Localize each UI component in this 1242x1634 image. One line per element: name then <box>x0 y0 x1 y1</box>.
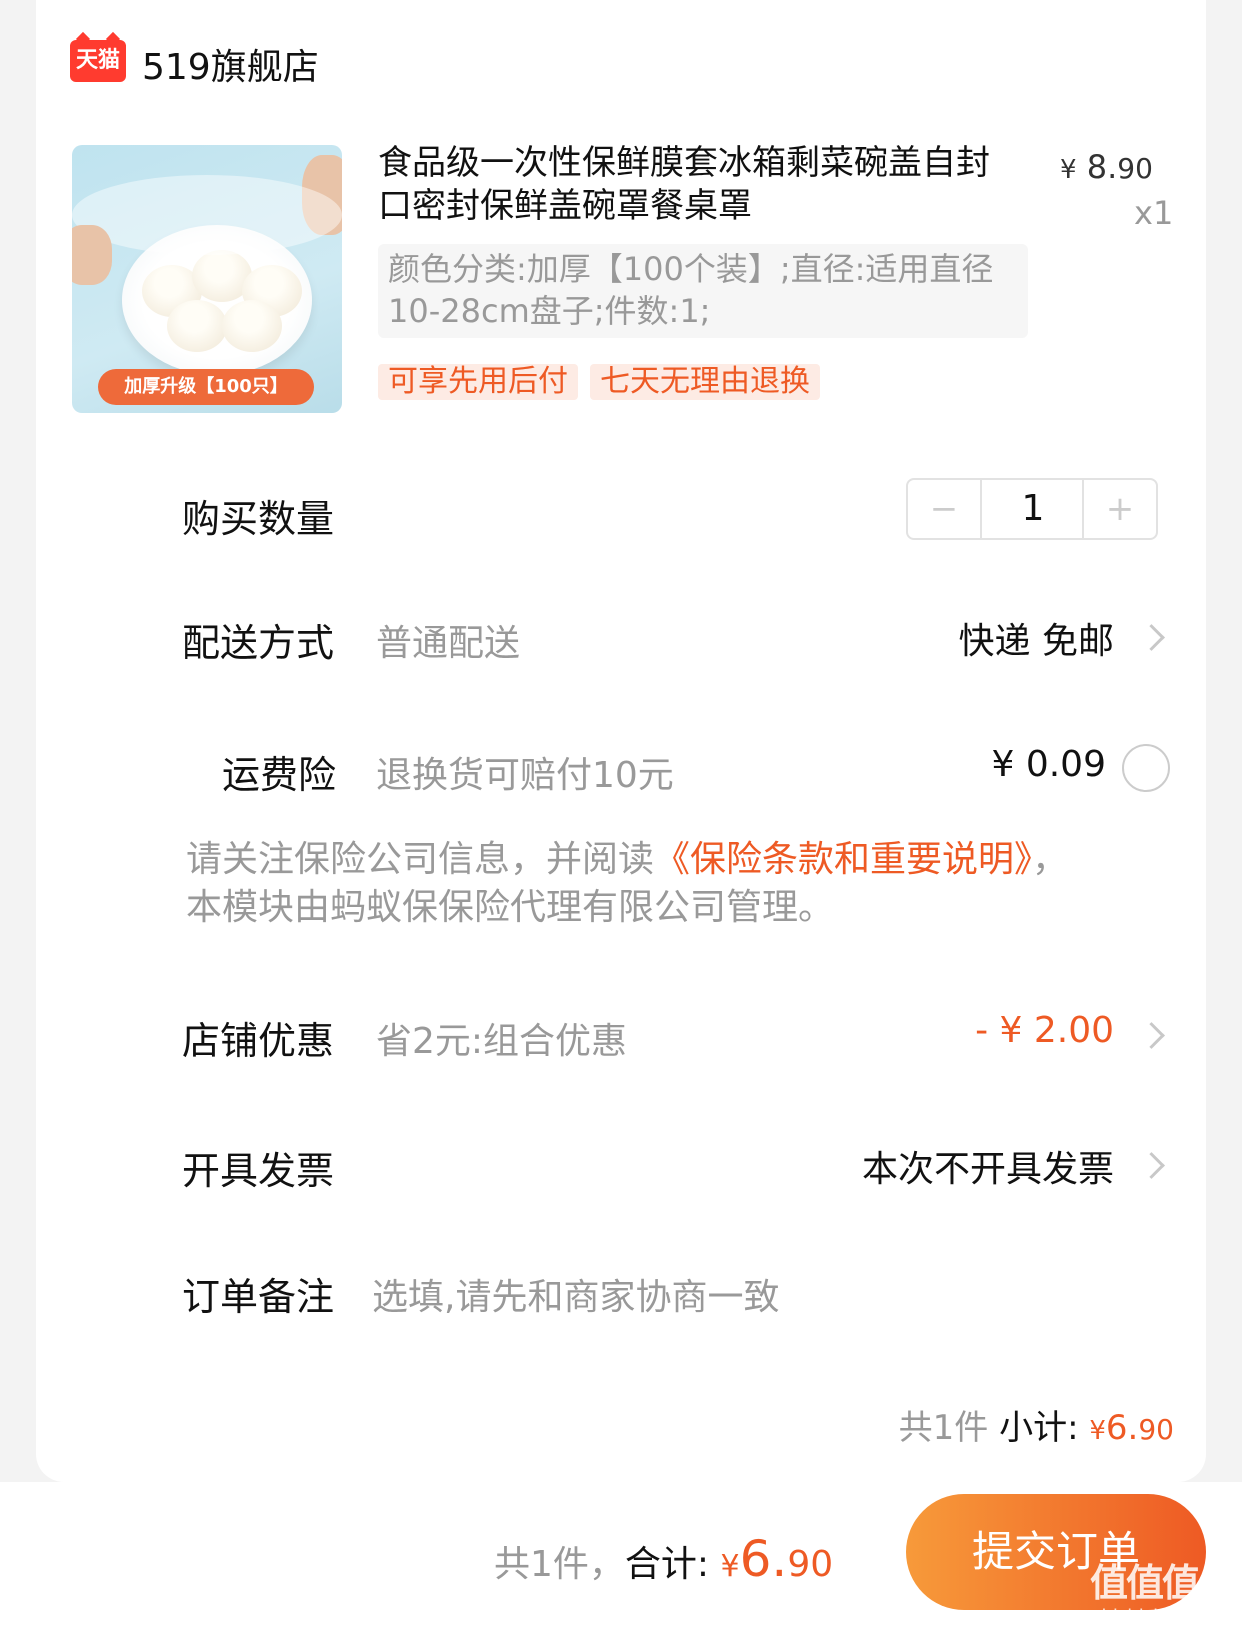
discount-label: 店铺优惠 <box>182 1019 335 1063</box>
delivery-value[interactable]: 快递 免邮 <box>959 612 1114 664</box>
tag-pay-later: 可享先用后付 <box>378 364 578 400</box>
total-dec: 90 <box>787 1544 834 1585</box>
subtotal: 共1件 小计: ¥6.90 <box>899 1400 1174 1449</box>
quantity-stepper[interactable]: − 1 + <box>906 478 1158 540</box>
product-title[interactable]: 食品级一次性保鲜膜套冰箱剩菜碗盖自封口密封保鲜盖碗罩餐桌罩 <box>378 142 1018 228</box>
quantity-value[interactable]: 1 <box>982 480 1084 538</box>
subtotal-dec: 90 <box>1138 1413 1174 1446</box>
total: 共1件，合计: ¥6.90 <box>494 1530 833 1588</box>
product-qty: x1 <box>1134 194 1174 232</box>
image-badge: 加厚升级【100只】 <box>98 369 314 405</box>
invoice-value[interactable]: 本次不开具发票 <box>862 1140 1114 1192</box>
insurance-price: ¥ 0.09 <box>991 744 1106 785</box>
total-label: 合计: <box>624 1544 710 1585</box>
price-dec: 90 <box>1117 152 1153 185</box>
total-count: 共1件， <box>494 1544 625 1585</box>
discount-desc: 省2元:组合优惠 <box>376 1021 628 1062</box>
insurance-notice: 请关注保险公司信息，并阅读《保险条款和重要说明》，本模块由蚂蚁保保险代理有限公司… <box>186 836 1086 932</box>
subtotal-int: 6. <box>1105 1408 1139 1448</box>
watermark-url: zhizhizhi.com <box>1092 1606 1214 1627</box>
film-graphic <box>72 175 342 255</box>
shop-name[interactable]: 519旗舰店 <box>142 38 319 90</box>
remark-input[interactable]: 选填,请先和商家协商一致 <box>372 1268 779 1320</box>
invoice-label: 开具发票 <box>182 1149 335 1193</box>
bun-graphic <box>167 300 227 352</box>
watermark: 值值值 <box>1090 1561 1200 1605</box>
delivery-method: 普通配送 <box>376 623 521 664</box>
quantity-label: 购买数量 <box>182 497 335 541</box>
total-int: 6. <box>739 1530 788 1588</box>
discount-value[interactable]: - ¥ 2.00 <box>975 1010 1114 1051</box>
sku-selector[interactable]: 颜色分类:加厚【100个装】;直径:适用直径10-28cm盘子;件数:1; <box>378 244 1028 338</box>
price-symbol: ¥ <box>1060 155 1077 185</box>
subtotal-label: 小计: <box>999 1408 1079 1448</box>
remark-label: 订单备注 <box>182 1275 335 1319</box>
notice-text: 请关注保险公司信息，并阅读 <box>186 839 655 880</box>
bun-graphic <box>222 300 282 352</box>
insurance-desc: 退换货可赔付10元 <box>376 755 674 796</box>
increase-button[interactable]: + <box>1082 480 1156 538</box>
insurance-terms-link[interactable]: 《保险条款和重要说明》 <box>654 839 1032 880</box>
insurance-radio[interactable] <box>1122 744 1170 792</box>
price-int: 8. <box>1086 148 1118 186</box>
product-image[interactable]: 加厚升级【100只】 <box>72 145 342 413</box>
subtotal-symbol: ¥ <box>1089 1416 1106 1446</box>
insurance-label: 运费险 <box>222 753 337 797</box>
delivery-label: 配送方式 <box>182 621 335 665</box>
subtotal-count: 共1件 <box>898 1408 989 1448</box>
decrease-button[interactable]: − <box>908 480 982 538</box>
hand-graphic <box>72 225 112 285</box>
product-price: ¥ 8.90 <box>1060 148 1153 186</box>
total-symbol: ¥ <box>720 1549 740 1584</box>
tmall-logo-icon: 天猫 <box>70 40 126 82</box>
tag-free-return: 七天无理由退换 <box>590 364 820 400</box>
